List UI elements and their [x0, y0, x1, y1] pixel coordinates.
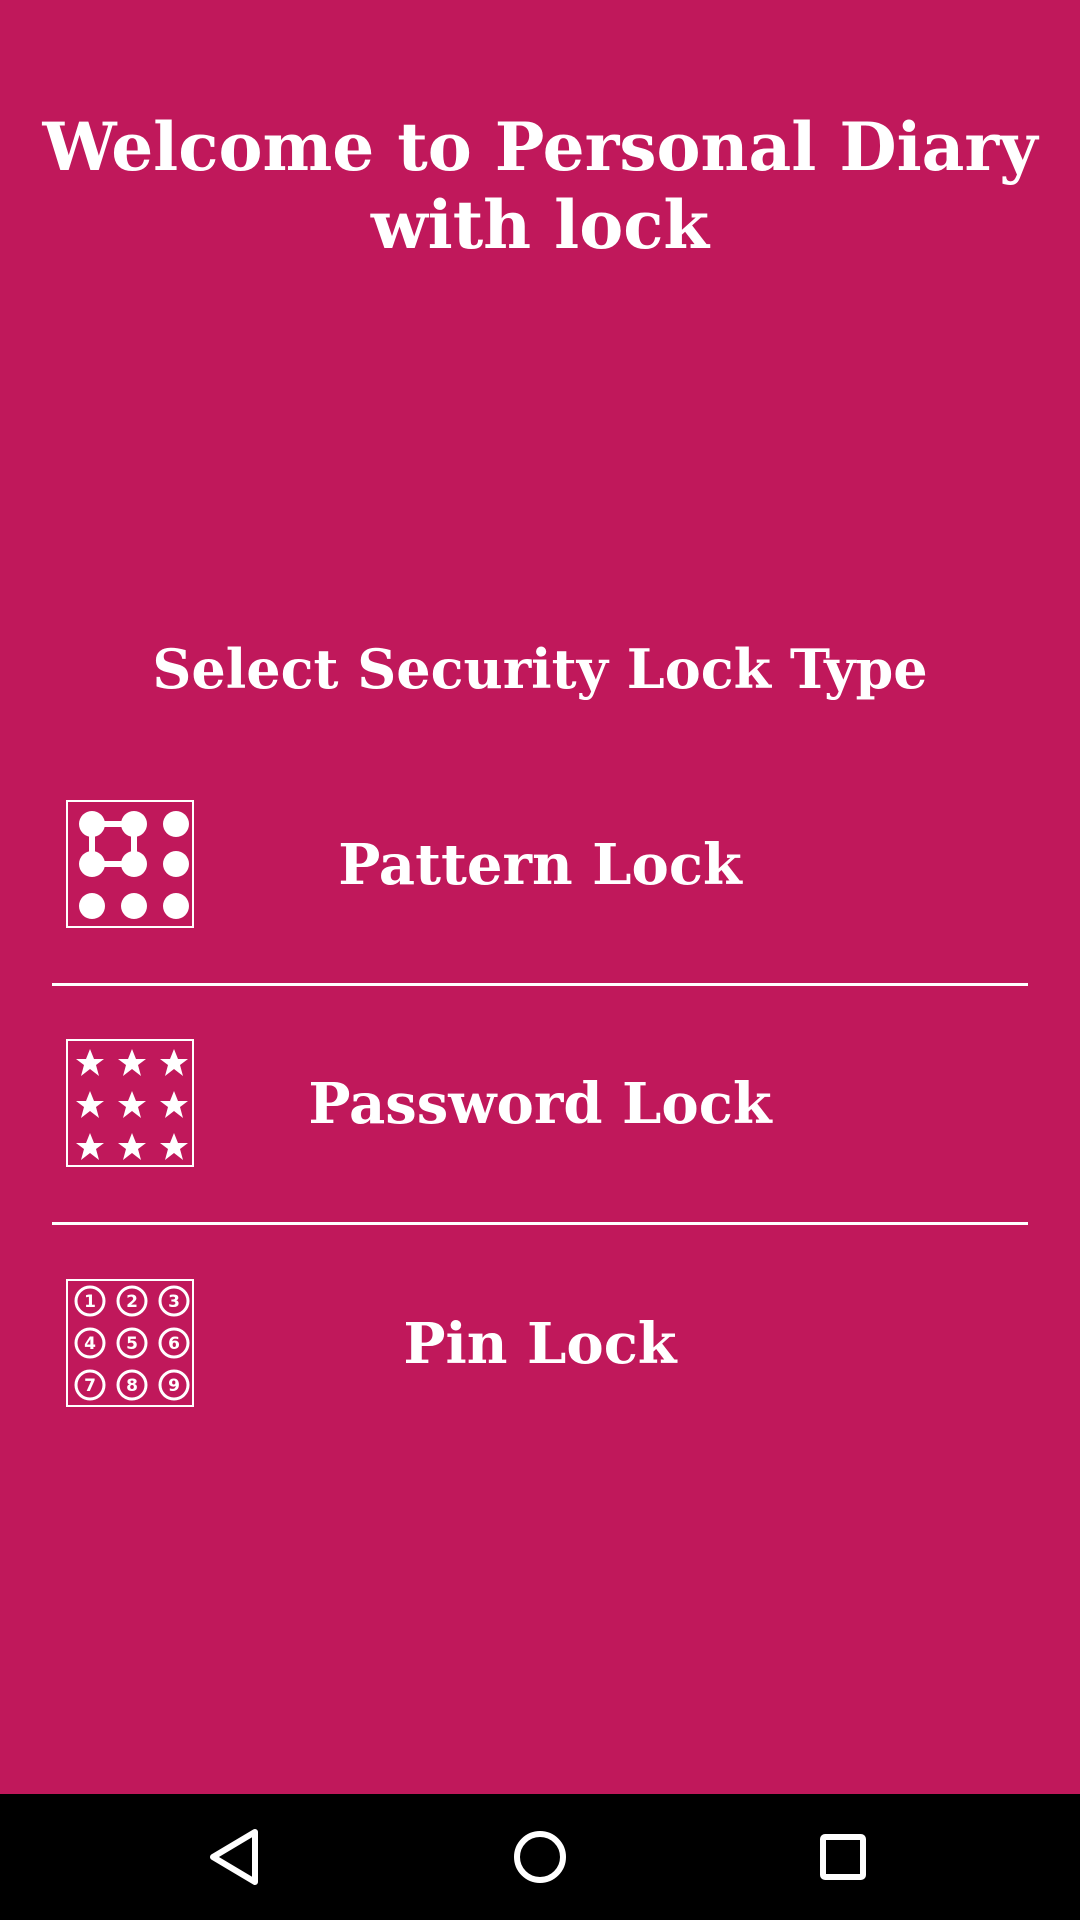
app-screen: Welcome to Personal Diary with lock Sele…	[0, 0, 1080, 1794]
pattern-lock-label: Pattern Lock	[338, 832, 742, 898]
pin-lock-option[interactable]: 1 2 3 4 5 6 7 8 9 Pin Lock	[52, 1279, 1028, 1519]
divider	[52, 1222, 1028, 1225]
section-title: Select Security Lock Type	[152, 637, 928, 701]
pin-lock-label: Pin Lock	[403, 1311, 677, 1377]
recent-apps-icon[interactable]	[783, 1812, 903, 1902]
password-lock-option[interactable]: Password Lock	[52, 1039, 1028, 1279]
divider	[52, 983, 1028, 986]
password-lock-label: Password Lock	[308, 1071, 772, 1137]
welcome-title: Welcome to Personal Diary with lock	[42, 108, 1038, 264]
pattern-lock-option[interactable]: Pattern Lock	[52, 800, 1028, 1040]
home-icon[interactable]	[480, 1812, 600, 1902]
back-icon[interactable]	[177, 1812, 297, 1902]
system-navigation-bar	[0, 1794, 1080, 1920]
